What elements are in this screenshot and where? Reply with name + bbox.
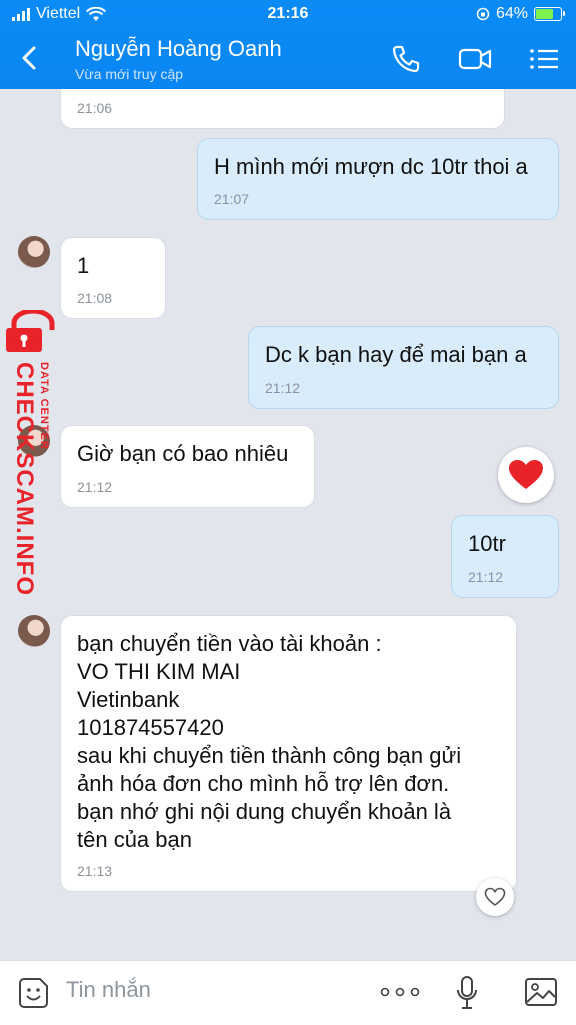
more-options-icon[interactable] bbox=[380, 987, 420, 997]
message-text: H mình mới mượn dc 10tr thoi a bbox=[214, 154, 528, 179]
menu-icon[interactable] bbox=[528, 44, 562, 74]
message-text: Dc k bạn hay để mai bạn a bbox=[265, 342, 527, 367]
message-time: 21:07 bbox=[214, 191, 250, 207]
composer-bar: Tin nhắn bbox=[0, 960, 576, 1025]
message-bubble[interactable]: 1 21:08 bbox=[60, 237, 166, 319]
message-bubble[interactable]: Giờ bạn có bao nhiêu 21:12 bbox=[60, 425, 315, 508]
lock-logo-icon bbox=[6, 310, 55, 352]
message-text: 1 bbox=[77, 253, 90, 278]
message-time: 21:08 bbox=[77, 290, 113, 306]
message-input[interactable]: Tin nhắn bbox=[66, 977, 151, 1003]
message-bubble[interactable]: bạn chuyển tiền vào tài khoản : VO THI K… bbox=[60, 615, 517, 892]
message-time: 21:06 bbox=[77, 100, 113, 116]
avatar[interactable] bbox=[18, 236, 50, 268]
react-button[interactable] bbox=[476, 878, 514, 916]
orientation-lock-icon bbox=[476, 7, 490, 21]
contact-name[interactable]: Nguyễn Hoàng Oanh bbox=[75, 36, 282, 62]
status-bar: Viettel 21:16 64% bbox=[0, 0, 576, 30]
message-bubble[interactable]: 10tr 21:12 bbox=[451, 515, 559, 598]
message-text: Giờ bạn có bao nhiêu bbox=[77, 441, 289, 466]
message-bubble[interactable]: H mình mới mượn dc 10tr thoi a 21:07 bbox=[197, 138, 559, 220]
heart-outline-icon bbox=[484, 887, 506, 906]
battery-percent: 64% bbox=[495, 5, 528, 22]
heart-reaction-button[interactable] bbox=[498, 447, 554, 503]
battery-icon bbox=[534, 7, 565, 21]
message-time: 21:13 bbox=[77, 863, 113, 879]
message-bubble[interactable]: 21:06 bbox=[60, 89, 505, 129]
avatar[interactable] bbox=[18, 615, 50, 647]
watermark: CHECKSCAM.INFO DATA CENTER bbox=[4, 310, 64, 600]
message-bubble[interactable]: Dc k bạn hay để mai bạn a 21:12 bbox=[248, 326, 559, 409]
back-arrow-icon[interactable] bbox=[18, 40, 42, 76]
watermark-brand: CHECKSCAM.INFO bbox=[11, 362, 38, 596]
phone-icon[interactable] bbox=[390, 44, 424, 74]
header-bar: Viettel 21:16 64% Nguyễn Hoàng Oanh Vừa … bbox=[0, 0, 576, 89]
microphone-icon[interactable] bbox=[455, 975, 479, 1011]
message-text: 10tr bbox=[468, 531, 506, 556]
message-time: 21:12 bbox=[265, 380, 301, 396]
message-time: 21:12 bbox=[77, 479, 113, 495]
message-list[interactable]: 21:06 H mình mới mượn dc 10tr thoi a 21:… bbox=[0, 89, 576, 960]
message-text: bạn chuyển tiền vào tài khoản : VO THI K… bbox=[77, 631, 462, 852]
video-call-icon[interactable] bbox=[458, 44, 492, 74]
sticker-icon[interactable] bbox=[18, 976, 50, 1010]
image-picker-icon[interactable] bbox=[524, 977, 558, 1007]
message-time: 21:12 bbox=[468, 569, 504, 585]
contact-status: Vừa mới truy cập bbox=[75, 66, 184, 82]
heart-icon bbox=[509, 460, 543, 489]
watermark-tag: DATA CENTER bbox=[38, 362, 50, 450]
